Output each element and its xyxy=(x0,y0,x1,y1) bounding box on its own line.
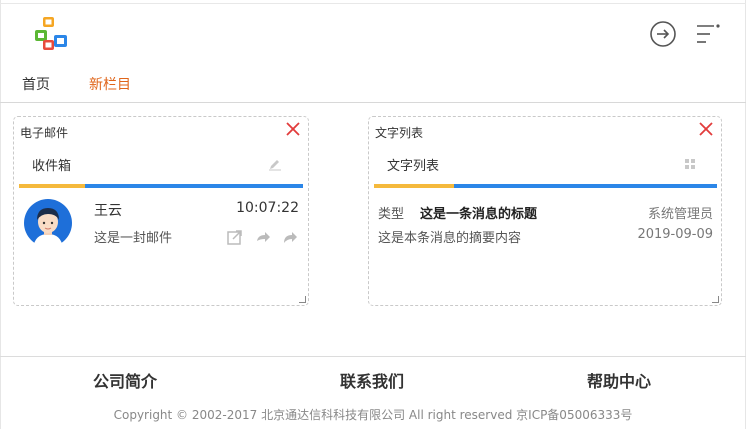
forward-icon[interactable] xyxy=(282,229,299,246)
email-progress-bar xyxy=(19,184,303,188)
close-icon[interactable] xyxy=(698,121,714,137)
nav-new-column[interactable]: 新栏目 xyxy=(89,74,131,94)
message-summary: 这是本条消息的摘要内容 xyxy=(378,231,522,246)
message-sender: 系统管理员 xyxy=(647,207,713,222)
pencil-edit-icon[interactable] xyxy=(268,157,282,171)
tab-inbox[interactable]: 收件箱 xyxy=(32,155,71,174)
nav-divider xyxy=(0,102,746,103)
top-border xyxy=(0,3,746,4)
text-list-panel-title: 文字列表 xyxy=(375,126,424,140)
open-external-icon[interactable] xyxy=(226,229,243,246)
mail-sender[interactable]: 王云 xyxy=(94,200,122,220)
copyright-text: Copyright © 2002-2017 北京通达信科科技有限公司 All r… xyxy=(113,408,633,422)
text-list-progress-fill xyxy=(374,184,454,188)
footer-link-contact[interactable]: 联系我们 xyxy=(312,368,432,392)
footer-link-company[interactable]: 公司简介 xyxy=(65,368,185,392)
message-date: 2019-09-09 xyxy=(637,227,713,242)
footer-divider xyxy=(0,356,746,357)
resize-handle[interactable] xyxy=(712,296,719,303)
tab-text-list[interactable]: 文字列表 xyxy=(387,155,439,174)
text-list-panel: 文字列表 文字列表 类型 这是一条消息的标题 系统管理员 这是本条消息的摘要内容… xyxy=(368,116,722,306)
reply-icon[interactable] xyxy=(254,229,271,246)
grid-view-icon[interactable] xyxy=(683,157,697,171)
nav-home[interactable]: 首页 xyxy=(22,74,50,94)
footer-link-help[interactable]: 帮助中心 xyxy=(559,368,679,392)
menu-filter-icon[interactable] xyxy=(694,20,722,48)
avatar xyxy=(24,199,72,248)
message-type: 类型 xyxy=(378,207,405,222)
email-panel-title: 电子邮件 xyxy=(20,126,69,140)
text-list-progress-bar xyxy=(374,184,717,188)
email-progress-fill xyxy=(19,184,85,188)
mail-subject[interactable]: 这是一封邮件 xyxy=(94,227,172,246)
resize-handle[interactable] xyxy=(299,296,306,303)
logout-circle-arrow-icon[interactable] xyxy=(649,20,677,48)
close-icon[interactable] xyxy=(285,121,301,137)
message-title[interactable]: 这是一条消息的标题 xyxy=(420,203,537,222)
email-panel: 电子邮件 收件箱 王云 10:07:22 这是一封邮件 xyxy=(13,116,309,306)
mail-time: 10:07:22 xyxy=(236,200,299,216)
app-logo xyxy=(35,17,67,50)
